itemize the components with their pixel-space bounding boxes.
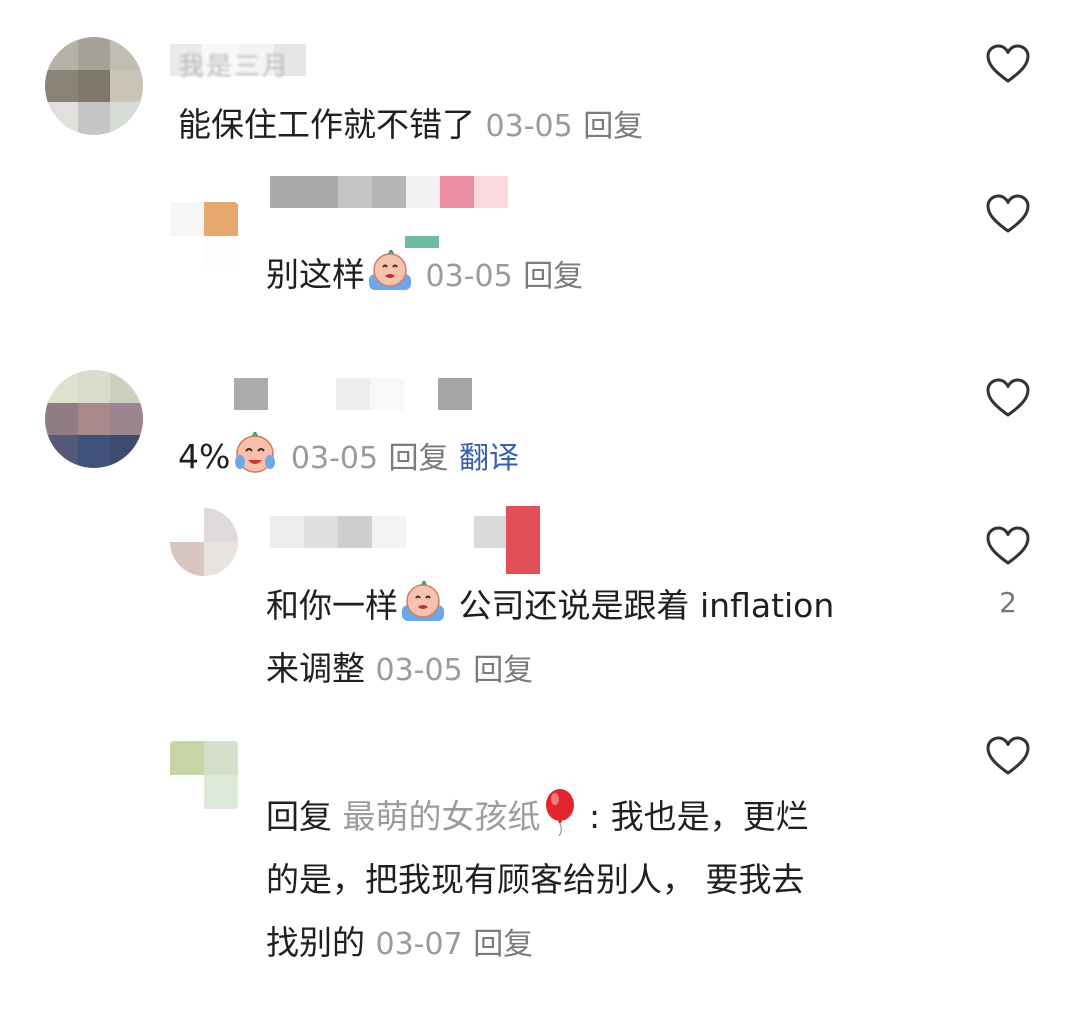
avatar[interactable] [170,202,238,270]
translate-button[interactable]: 翻译 [459,441,519,476]
reply-button[interactable]: 回复 [473,653,533,688]
heart-icon[interactable] [984,190,1032,238]
reply-button[interactable]: 回复 [473,927,533,962]
username-text: 我是三月 [178,52,291,82]
reply-to-username[interactable]: 最萌的女孩纸 [343,797,541,836]
comment-text: 回复 最萌的女孩纸 : 我也是，更烂 的是，把我现有顾客给别人， 要我去 找别的… [266,785,926,976]
comment-content-line2: 的是，把我现有顾客给别人， 要我去 [266,860,805,899]
avatar[interactable] [170,741,238,809]
crying-face-emoji [398,578,448,625]
reply-prefix: 回复 [266,797,332,836]
balloon-emoji [541,788,579,837]
avatar[interactable] [45,37,143,135]
comment-content: 和你一样 [266,586,398,625]
heart-icon[interactable] [984,732,1032,780]
comment-date: 03-05 [425,259,513,294]
comment-content: 别这样 [266,255,365,294]
heart-icon[interactable] [984,374,1032,422]
comment-content: : 我也是，更烂 [578,797,809,836]
comment-content-line2: 来调整 [266,649,365,688]
reply-button[interactable]: 回复 [389,441,449,476]
username[interactable] [270,170,508,208]
avatar[interactable] [45,370,143,468]
comment-date: 03-05 [485,109,573,144]
avatar[interactable] [170,508,238,576]
username[interactable] [270,510,508,548]
comment-text: 4% 03-05 回复 翻译 [178,425,519,490]
comment-content: 4% [178,437,231,476]
reply-button[interactable]: 回复 [583,109,643,144]
reply-button[interactable]: 回复 [523,259,583,294]
comment-content-cont: 公司还说是跟着 inflation [448,586,835,625]
crying-face-emoji [365,247,415,294]
comment-text: 能保住工作就不错了 03-05 回复 [178,93,643,158]
comment-date: 03-05 [375,653,463,688]
heart-icon[interactable] [984,40,1032,88]
comment-date: 03-07 [375,927,463,962]
comment-text: 和你一样 公司还说是跟着 inflation 来调整 03-05 回复 [266,574,926,702]
username-badge [506,506,540,574]
like-count: 2 [999,586,1017,619]
username[interactable]: 我是三月 [170,38,340,82]
comment-content-line3: 找别的 [266,923,365,962]
comment-text: 别这样 03-05 回复 [266,243,583,308]
comment-date: 03-05 [290,441,379,476]
crying-face-emoji [230,429,280,476]
username[interactable] [200,372,472,410]
comment-content: 能保住工作就不错了 [178,105,475,144]
heart-icon[interactable] [984,522,1032,570]
